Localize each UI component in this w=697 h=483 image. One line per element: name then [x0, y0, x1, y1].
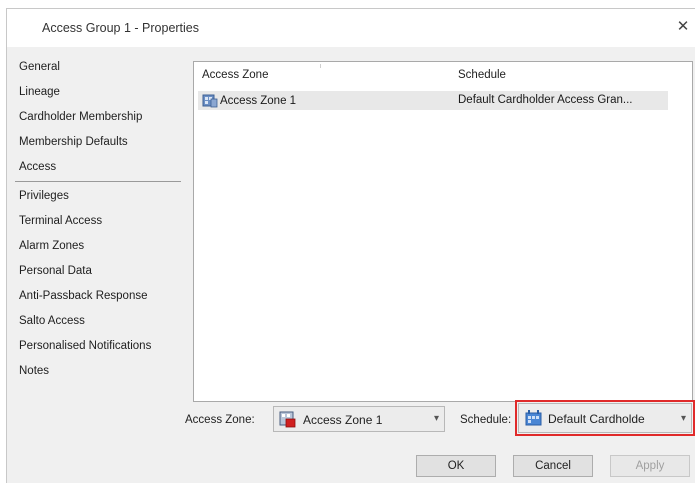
list-header: Access Zone Schedule [194, 62, 692, 86]
access-zone-value: Access Zone 1 [303, 413, 383, 427]
zone-cell: Access Zone 1 [202, 93, 296, 108]
access-zone-icon [279, 411, 297, 428]
nav-list: General Lineage Cardholder Membership Me… [15, 55, 183, 384]
schedule-cell: Default Cardholder Access Gran... [458, 94, 633, 106]
access-zone-list[interactable]: Access Zone Schedule Access Zone 1 Defau… [193, 61, 693, 402]
chevron-down-icon: ▾ [680, 413, 686, 424]
nav-item-membership-defaults[interactable]: Membership Defaults [15, 130, 183, 155]
column-header-schedule[interactable]: Schedule [458, 69, 506, 81]
close-icon[interactable]: ✕ [673, 17, 693, 37]
nav-item-anti-passback[interactable]: Anti-Passback Response [15, 284, 183, 309]
nav-item-notes[interactable]: Notes [15, 359, 183, 384]
zone-name: Access Zone 1 [220, 94, 297, 107]
nav-item-alarm-zones[interactable]: Alarm Zones [15, 234, 183, 259]
schedule-value: Default Cardholde [548, 412, 645, 426]
access-zone-combobox[interactable]: Access Zone 1 ▾ [273, 406, 445, 432]
nav-item-salto-access[interactable]: Salto Access [15, 309, 183, 334]
nav-item-access[interactable]: Access [15, 155, 183, 180]
schedule-combobox[interactable]: Default Cardholde ▾ [515, 400, 695, 436]
nav-item-terminal-access[interactable]: Terminal Access [15, 209, 183, 234]
nav-item-general[interactable]: General [15, 55, 183, 80]
list-item[interactable]: Access Zone 1 Default Cardholder Access … [198, 91, 668, 110]
nav-item-personalised-notifications[interactable]: Personalised Notifications [15, 334, 183, 359]
nav-item-privileges[interactable]: Privileges [15, 184, 183, 209]
column-divider [320, 64, 321, 68]
title-bar: Access Group 1 - Properties ✕ [7, 9, 695, 47]
nav-divider [15, 181, 181, 182]
schedule-icon [525, 410, 543, 427]
window-title: Access Group 1 - Properties [42, 21, 200, 35]
nav-item-personal-data[interactable]: Personal Data [15, 259, 183, 284]
chevron-down-icon: ▾ [433, 413, 439, 424]
properties-dialog: Access Group 1 - Properties ✕ General Li… [6, 8, 695, 483]
ok-button[interactable]: OK [416, 455, 496, 477]
nav-item-cardholder-membership[interactable]: Cardholder Membership [15, 105, 183, 130]
apply-button[interactable]: Apply [610, 455, 690, 477]
column-header-access-zone[interactable]: Access Zone [202, 69, 268, 81]
access-zone-icon [202, 93, 218, 108]
nav-item-lineage[interactable]: Lineage [15, 80, 183, 105]
schedule-label: Schedule: [460, 414, 512, 426]
cancel-button[interactable]: Cancel [513, 455, 593, 477]
access-zone-label: Access Zone: [185, 414, 255, 426]
